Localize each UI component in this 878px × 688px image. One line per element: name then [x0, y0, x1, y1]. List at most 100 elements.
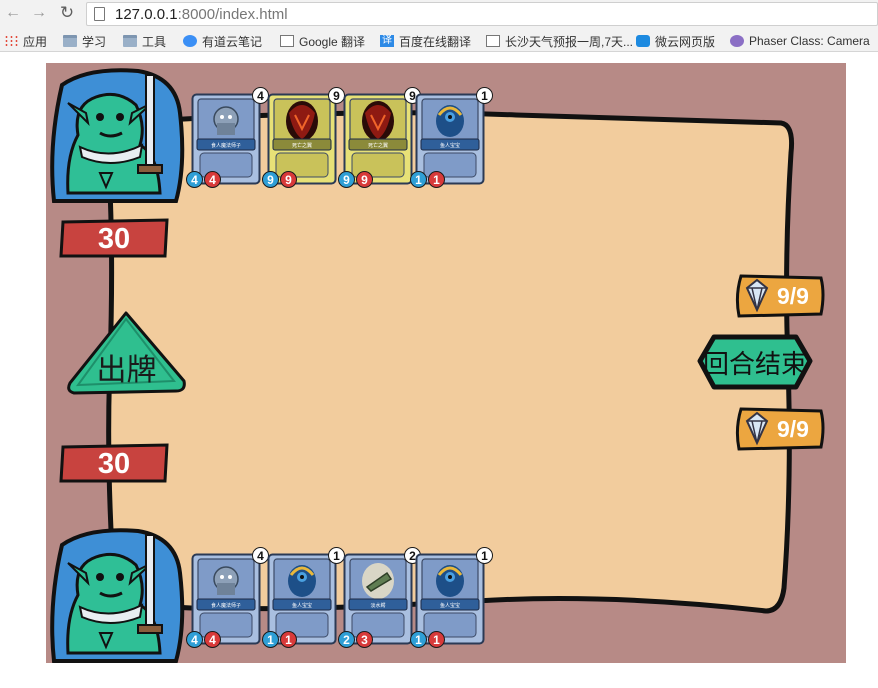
bookmarks-bar: 应用 学习 工具 有道云笔记 Google 翻译 译百度在线翻译 长沙天气预报一…	[0, 30, 878, 52]
card-name: 食人魔法师孑	[210, 143, 241, 149]
player-health-value: 30	[97, 448, 131, 480]
card-attack: 9	[262, 171, 279, 188]
card-name: 鱼人宝宝	[439, 143, 460, 149]
youdao-note-icon	[183, 35, 197, 47]
card-art-ogre	[213, 566, 239, 595]
card-attack: 9	[338, 171, 355, 188]
card-art-croc	[362, 563, 394, 599]
card-art-dragon	[286, 101, 318, 141]
card-name: 鱼人宝宝	[291, 603, 312, 609]
card-cost: 1	[476, 547, 493, 564]
url-text[interactable]: 127.0.0.1:8000/index.html	[115, 6, 288, 23]
card-health: 9	[356, 171, 373, 188]
card-attack: 4	[186, 631, 203, 648]
bookmark-weiyun[interactable]: 微云网页版	[636, 33, 715, 49]
card-attack: 1	[410, 171, 427, 188]
player-health: 30	[59, 443, 169, 483]
apps-icon	[4, 35, 18, 47]
url-path: :8000/index.html	[177, 6, 288, 23]
card-attack: 1	[262, 631, 279, 648]
card-health: 1	[428, 631, 445, 648]
bookmark-label: 长沙天气预报一周,7天...	[505, 34, 633, 49]
folder-icon	[63, 35, 77, 47]
card-attack: 4	[186, 171, 203, 188]
folder-icon	[123, 35, 137, 47]
card-frame	[191, 93, 261, 185]
enemy-hero-portrait[interactable]	[48, 65, 186, 205]
card-art-ogre	[213, 106, 239, 135]
card-frame	[343, 93, 413, 185]
card-name: 死亡之翼	[291, 143, 312, 149]
bookmark-label: Google 翻译	[299, 34, 366, 49]
bookmark-google-translate[interactable]: Google 翻译	[280, 33, 365, 49]
end-turn-button[interactable]: 回合结束	[696, 333, 814, 391]
bookmark-phaser[interactable]: Phaser Class: Camera	[730, 33, 870, 49]
back-arrow-icon[interactable]: ←	[4, 4, 22, 22]
card-health: 4	[204, 171, 221, 188]
bookmark-label: 工具	[142, 34, 167, 49]
bookmark-label: 微云网页版	[655, 34, 716, 49]
card-health: 1	[280, 631, 297, 648]
page-icon	[486, 35, 500, 47]
bookmark-label: 有道云笔记	[202, 34, 263, 49]
bookmark-tools[interactable]: 工具	[123, 33, 166, 49]
card-attack: 1	[410, 631, 427, 648]
card-cost: 1	[476, 87, 493, 104]
card-attack: 2	[338, 631, 355, 648]
weiyun-icon	[636, 35, 650, 47]
bookmark-apps[interactable]: 应用	[4, 33, 47, 49]
card-name: 死亡之翼	[367, 143, 388, 149]
bookmark-weather[interactable]: 长沙天气预报一周,7天...	[486, 33, 633, 49]
card-name: 食人魔法师孑	[210, 603, 241, 609]
enemy-mana: 9/9	[735, 274, 825, 318]
end-turn-label: 回合结束	[702, 350, 807, 380]
enemy-card[interactable]: 食人魔法师孑 4 4 4	[186, 87, 269, 188]
enemy-card[interactable]: 鱼人宝宝 1 1 1	[410, 87, 493, 188]
card-frame	[343, 553, 413, 645]
player-card[interactable]: 鱼人宝宝 1 1 1	[410, 547, 493, 648]
enemy-card[interactable]: 死亡之翼 9 9 9	[338, 87, 421, 188]
phaser-icon	[730, 35, 744, 47]
enemy-health-value: 30	[97, 223, 131, 255]
bookmark-study[interactable]: 学习	[63, 33, 106, 49]
player-card[interactable]: 鱼人宝宝 1 1 1	[262, 547, 345, 648]
play-card-label: 出牌	[96, 353, 157, 388]
bookmark-label: 应用	[23, 34, 48, 49]
card-frame	[267, 93, 337, 185]
address-bar[interactable]: 127.0.0.1:8000/index.html	[86, 2, 878, 26]
bookmark-label: 学习	[82, 34, 107, 49]
card-frame	[267, 553, 337, 645]
game-canvas[interactable]: 30 出牌 30 9/9 回合结束 9/9 食人魔法师孑 4 4 4 死亡之翼 …	[46, 63, 846, 663]
card-health: 4	[204, 631, 221, 648]
player-card[interactable]: 淡水鳄 2 2 3	[338, 547, 421, 648]
bookmark-youdao[interactable]: 有道云笔记	[183, 33, 262, 49]
fanyi-icon: 译	[380, 35, 394, 47]
card-frame	[415, 553, 485, 645]
card-art-murloc	[436, 565, 464, 597]
browser-toolbar: ← → ↻ 127.0.0.1:8000/index.html	[0, 0, 878, 30]
page-icon	[280, 35, 294, 47]
enemy-card[interactable]: 死亡之翼 9 9 9	[262, 87, 345, 188]
bookmark-label: 百度在线翻译	[399, 34, 472, 49]
player-mana: 9/9	[735, 407, 825, 451]
enemy-health: 30	[59, 218, 169, 258]
card-art-murloc	[288, 565, 316, 597]
card-health: 9	[280, 171, 297, 188]
url-host: 127.0.0.1	[115, 6, 178, 23]
card-frame	[415, 93, 485, 185]
play-card-button[interactable]: 出牌	[64, 309, 189, 397]
card-frame	[191, 553, 261, 645]
card-art-dragon	[362, 101, 394, 141]
card-health: 3	[356, 631, 373, 648]
player-mana-value: 9/9	[777, 416, 809, 442]
card-name: 鱼人宝宝	[439, 603, 460, 609]
card-health: 1	[428, 171, 445, 188]
card-name: 淡水鳄	[370, 603, 386, 609]
player-hero-portrait[interactable]	[48, 525, 186, 663]
forward-arrow-icon[interactable]: →	[30, 4, 48, 22]
page-icon	[94, 7, 105, 21]
reload-icon[interactable]: ↻	[58, 4, 76, 22]
card-art-murloc	[436, 105, 464, 137]
bookmark-baidu-translate[interactable]: 译百度在线翻译	[380, 33, 471, 49]
player-card[interactable]: 食人魔法师孑 4 4 4	[186, 547, 269, 648]
